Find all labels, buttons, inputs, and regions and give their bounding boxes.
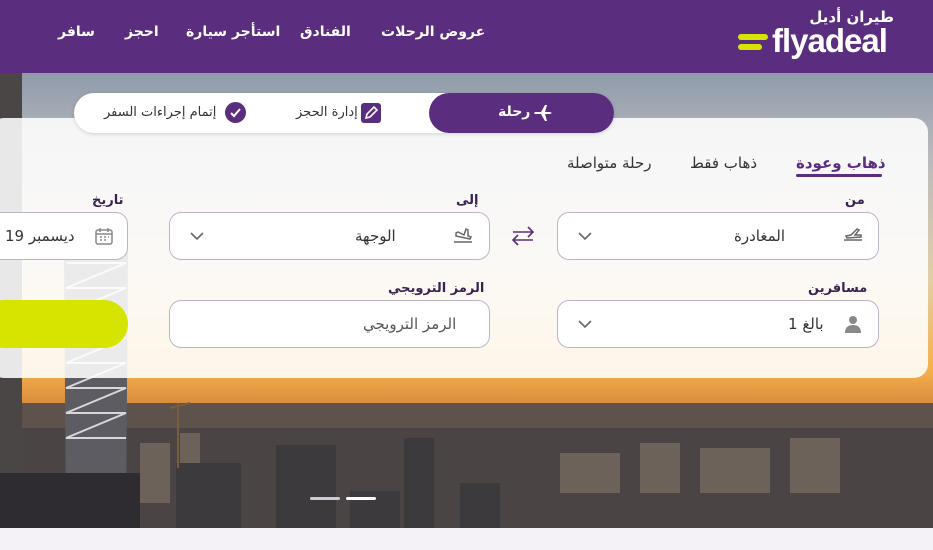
calendar-icon [95, 228, 113, 245]
carousel-indicators [310, 497, 380, 501]
passengers-label: مسافرين [808, 281, 868, 296]
tab-manage-booking-label: إدارة الحجز [296, 105, 358, 120]
to-value: الوجهة [355, 227, 396, 245]
from-value: المغادرة [734, 227, 785, 245]
nav-car-rental[interactable]: استأجر سيارة [186, 24, 280, 40]
tab-check-in[interactable]: إتمام إجراءات السفر [104, 93, 254, 133]
trip-type-multi-city[interactable]: رحلة متواصلة [567, 154, 652, 172]
trip-type-round-trip[interactable]: ذهاب وعودة [796, 154, 886, 172]
chevron-down-icon [578, 232, 592, 241]
check-circle-icon [225, 102, 246, 123]
pencil-icon [361, 103, 381, 123]
passengers-value: 1 بالغ [788, 315, 824, 333]
nav-flight-offers[interactable]: عروض الرحلات [381, 24, 485, 40]
landing-icon [454, 227, 473, 243]
carousel-dot-1[interactable] [310, 497, 340, 500]
person-icon [845, 316, 861, 333]
chevron-down-icon [190, 232, 204, 241]
promo-placeholder: الرمز الترويجي [363, 315, 457, 333]
trip-type-one-way[interactable]: ذهاب فقط [690, 154, 757, 172]
nav-travel[interactable]: سافر [58, 24, 95, 40]
promo-code-input[interactable]: الرمز الترويجي [169, 300, 490, 348]
logo-english-text: flyadeal [772, 22, 888, 59]
booking-tabs: إتمام إجراءات السفر إدارة الحجز رحلة [74, 93, 614, 133]
swap-icon[interactable] [510, 225, 536, 247]
date-field[interactable]: 19 ديسمبر [0, 212, 128, 260]
tab-flight[interactable]: رحلة [429, 93, 614, 133]
nav-book[interactable]: احجز [125, 24, 159, 40]
from-field[interactable]: المغادرة [557, 212, 879, 260]
carousel-dot-2[interactable] [346, 497, 376, 500]
to-label: إلى [456, 193, 479, 208]
passengers-field[interactable]: 1 بالغ [557, 300, 879, 348]
tab-flight-label: رحلة [498, 104, 531, 120]
takeoff-icon [844, 228, 862, 241]
logo-bars-icon [738, 34, 770, 54]
date-label: تاريخ [92, 193, 124, 208]
to-field[interactable]: الوجهة [169, 212, 490, 260]
tab-manage-booking[interactable]: إدارة الحجز [294, 93, 414, 133]
promo-label: الرمز الترويجي [388, 281, 485, 296]
airplane-icon [533, 103, 553, 123]
chevron-down-icon [578, 320, 592, 329]
from-label: من [845, 193, 865, 208]
nav-hotels[interactable]: الفنادق [300, 24, 351, 40]
top-header: طيران أديل flyadeal عروض الرحلات الفنادق… [0, 0, 933, 73]
search-flights-button[interactable] [0, 300, 128, 348]
date-value: 19 ديسمبر [5, 227, 75, 245]
trip-type-underline [796, 174, 882, 177]
tab-check-in-label: إتمام إجراءات السفر [104, 105, 217, 120]
page-bottom-strip [0, 528, 933, 550]
flyadeal-logo[interactable]: طيران أديل flyadeal [736, 8, 896, 62]
